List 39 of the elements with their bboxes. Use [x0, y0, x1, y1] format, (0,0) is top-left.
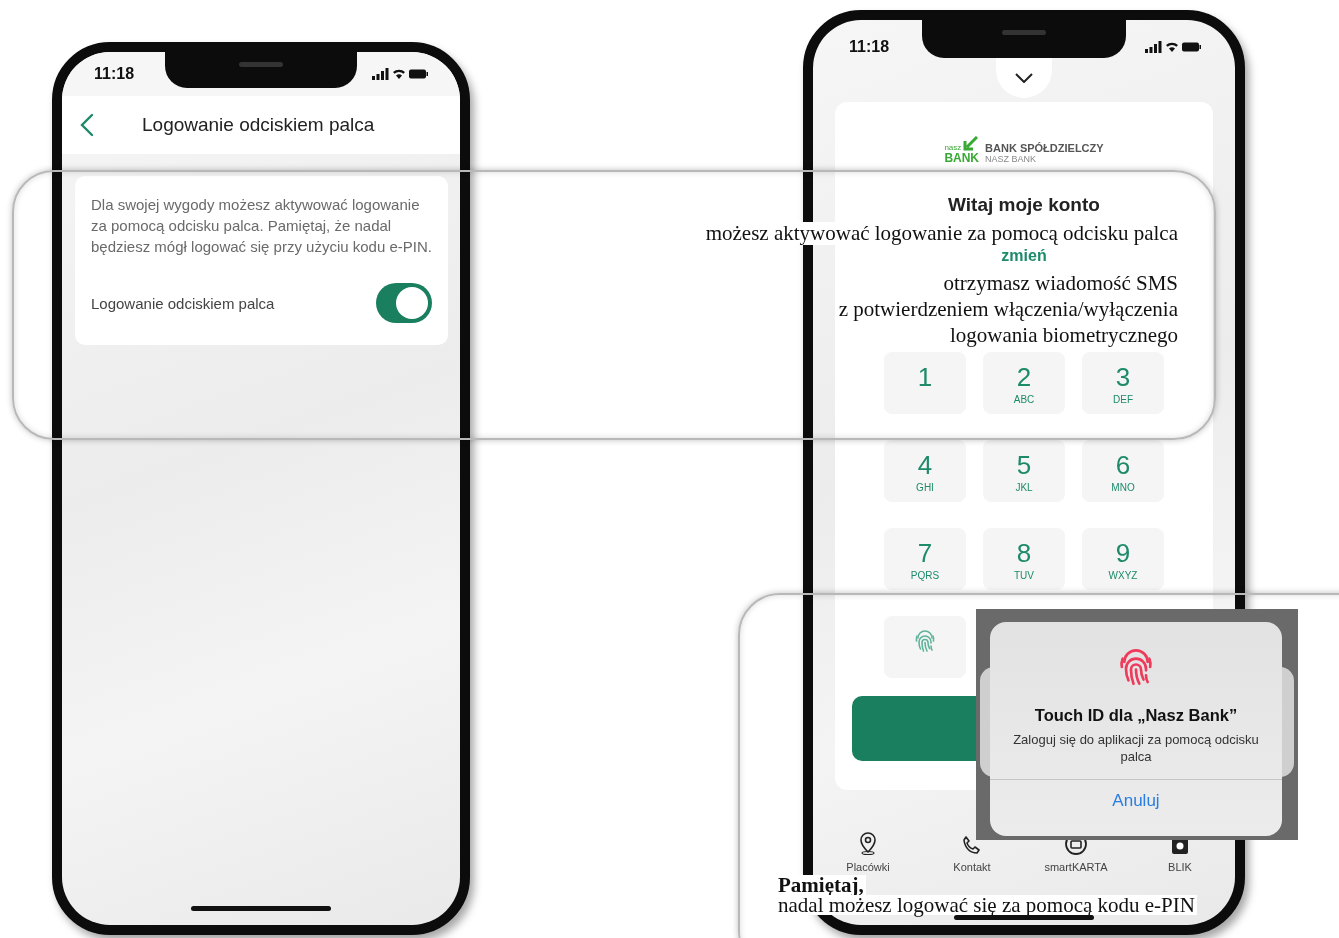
screen-title: Logowanie odciskiem palca: [142, 114, 375, 136]
callout-text: nadal możesz logować się za pomocą kodu e-PIN: [776, 895, 1197, 915]
logo-mark-text: BANK: [944, 152, 980, 164]
tab-bar-item[interactable]: Kontakt: [953, 836, 991, 873]
status-icons: [372, 67, 428, 81]
setting-label: Logowanie odciskiem palca: [91, 294, 275, 312]
status-time: 11:18: [849, 38, 890, 56]
dialog-title: Touch ID dla „Nasz Bank”: [1034, 706, 1238, 725]
keypad-key[interactable]: 5 JKL: [983, 440, 1065, 502]
chevron-down-icon: [1015, 73, 1033, 83]
keypad-key[interactable]: 3 DEF: [1082, 352, 1164, 414]
bank-name: BANK SPÓŁDZIELCZY: [985, 143, 1104, 155]
status-time: 11:18: [94, 65, 135, 83]
tab-bar-item[interactable]: Placówki: [846, 832, 890, 873]
fingerprint-icon: [913, 628, 937, 654]
status-icons: [1145, 40, 1201, 54]
keypad-key[interactable]: 4 GHI: [884, 440, 966, 502]
arrow-icon: [962, 136, 979, 152]
keypad-key[interactable]: 6 MNO: [1082, 440, 1164, 502]
cancel-button[interactable]: Anuluj: [1112, 791, 1160, 811]
bank-subname: NASZ BANK: [985, 154, 1038, 164]
back-button[interactable]: [80, 113, 94, 137]
card-description: Dla swojej wygody możesz aktywować logowanie za pomocą odcisku palca. Pamiętaj, że nadal będziesz mógł logować się przy użyciu kodu e-PIN.: [91, 195, 432, 257]
toggle-switch[interactable]: [376, 283, 432, 323]
chevron-left-icon: [80, 113, 94, 137]
change-link[interactable]: zmień: [1001, 247, 1047, 265]
phone-icon: [962, 836, 982, 855]
callout-heading: Pamiętaj,: [776, 875, 866, 895]
greeting-text: Witaj moje konto: [948, 194, 1100, 216]
keypad-key[interactable]: 1: [884, 352, 966, 414]
logo-small-text: nasz: [944, 144, 962, 152]
dialog-message: Zaloguj się do aplikacji za pomocą odcisku palca: [1012, 731, 1260, 765]
keypad-key[interactable]: 2 ABC: [983, 352, 1065, 414]
collapse-button[interactable]: [996, 58, 1052, 98]
keypad-key[interactable]: 8 TUV: [983, 528, 1065, 590]
keypad-key[interactable]: 7 PQRS: [884, 528, 966, 590]
callout-text: możesz aktywować logowanie za pomocą odcisku palca: [703, 222, 1180, 245]
keypad-key[interactable]: 9 WXYZ: [1082, 528, 1164, 590]
map-pin-icon: [860, 832, 876, 855]
